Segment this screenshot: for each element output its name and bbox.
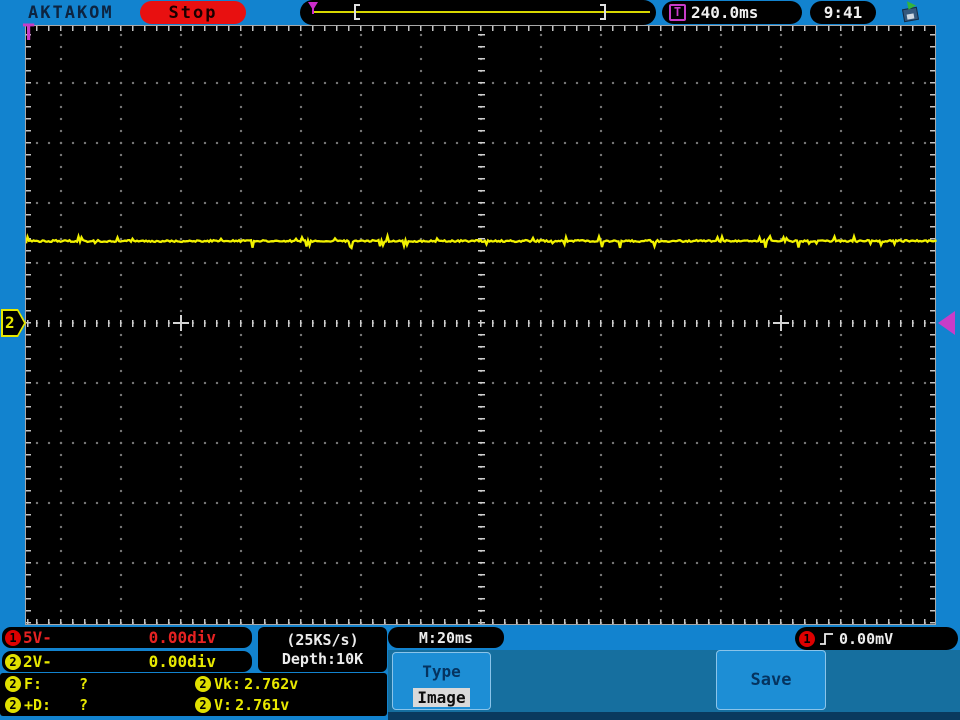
trigger-position-marker[interactable]: T <box>22 21 35 46</box>
ch2-badge: 2 <box>195 696 211 713</box>
memory-depth: Depth:10K <box>281 650 364 668</box>
trigger-level-value: 0.00mV <box>839 629 894 648</box>
ch1-scale: 5V- <box>23 628 52 647</box>
ch1-status-pill: 1 5V- 0.00div <box>2 627 252 648</box>
left-cross-marker <box>173 315 189 331</box>
waveform-display: T <box>22 21 937 625</box>
ch1-offset: 0.00div <box>148 628 216 647</box>
save-label: Save <box>750 670 792 690</box>
right-cross-marker <box>773 315 789 331</box>
vertical-center-axis <box>478 26 485 624</box>
border-ticks-top <box>26 26 935 31</box>
acquisition-info-box: (25KS/s) Depth:10K <box>258 627 387 672</box>
softkey-menu: Type Image Save <box>388 650 960 712</box>
trigger-position-pin-stem <box>312 8 314 14</box>
type-label: Type <box>422 662 461 681</box>
trigger-time-readout: T 240.0ms <box>662 1 802 24</box>
brand-logo: AKTAKOM <box>28 3 114 23</box>
ch2-badge: 2 <box>5 675 21 692</box>
measurements-panel: 2 F: ? 2 Vk: 2.762v 2 +D: ? 2 V: 2.761v <box>0 673 387 716</box>
ch2-offset: 0.00div <box>148 652 216 671</box>
ch2-level-marker[interactable]: 2 <box>1 309 26 337</box>
menu-bottom-edge <box>388 712 960 720</box>
measurement-vk: 2 Vk: 2.762v <box>190 675 387 693</box>
border-ticks-bottom <box>26 619 935 624</box>
ch2-scale: 2V- <box>23 652 52 671</box>
window-left-bracket <box>354 4 360 20</box>
ch1-badge: 1 <box>5 629 21 646</box>
timebase-readout: M:20ms <box>388 627 504 648</box>
usb-storage-icon <box>899 1 923 24</box>
save-button[interactable]: Save <box>716 650 826 710</box>
memory-window-bar <box>300 0 656 25</box>
ch2-badge: 2 <box>195 675 211 692</box>
rising-edge-icon <box>820 632 833 645</box>
run-state-indicator: Stop <box>140 1 246 24</box>
trigger-source-badge: 1 <box>799 630 815 647</box>
type-selected-value[interactable]: Image <box>413 688 470 707</box>
oscilloscope-ui: { "topbar": { "brand": "AKTAKOM", "run_s… <box>0 0 960 720</box>
border-ticks-right <box>930 26 935 624</box>
trigger-t-icon: T <box>669 4 686 21</box>
border-ticks-left <box>26 26 31 624</box>
measurement-v: 2 V: 2.761v <box>190 696 387 714</box>
trigger-time-value: 240.0ms <box>691 3 759 22</box>
type-menu-button[interactable]: Type Image <box>392 652 491 710</box>
sample-rate: (25KS/s) <box>286 631 359 649</box>
trigger-level-marker[interactable] <box>938 311 955 335</box>
ch2-status-pill: 2 2V- 0.00div <box>2 651 252 672</box>
ch2-badge: 2 <box>5 696 21 713</box>
ch2-marker-label: 2 <box>5 313 15 332</box>
trigger-status-pill: 1 0.00mV <box>795 627 958 650</box>
ch2-badge: 2 <box>5 653 21 670</box>
measurement-frequency: 2 F: ? <box>0 675 190 693</box>
measurement-duty: 2 +D: ? <box>0 696 190 714</box>
clock: 9:41 <box>810 1 876 24</box>
window-right-bracket <box>600 4 606 20</box>
